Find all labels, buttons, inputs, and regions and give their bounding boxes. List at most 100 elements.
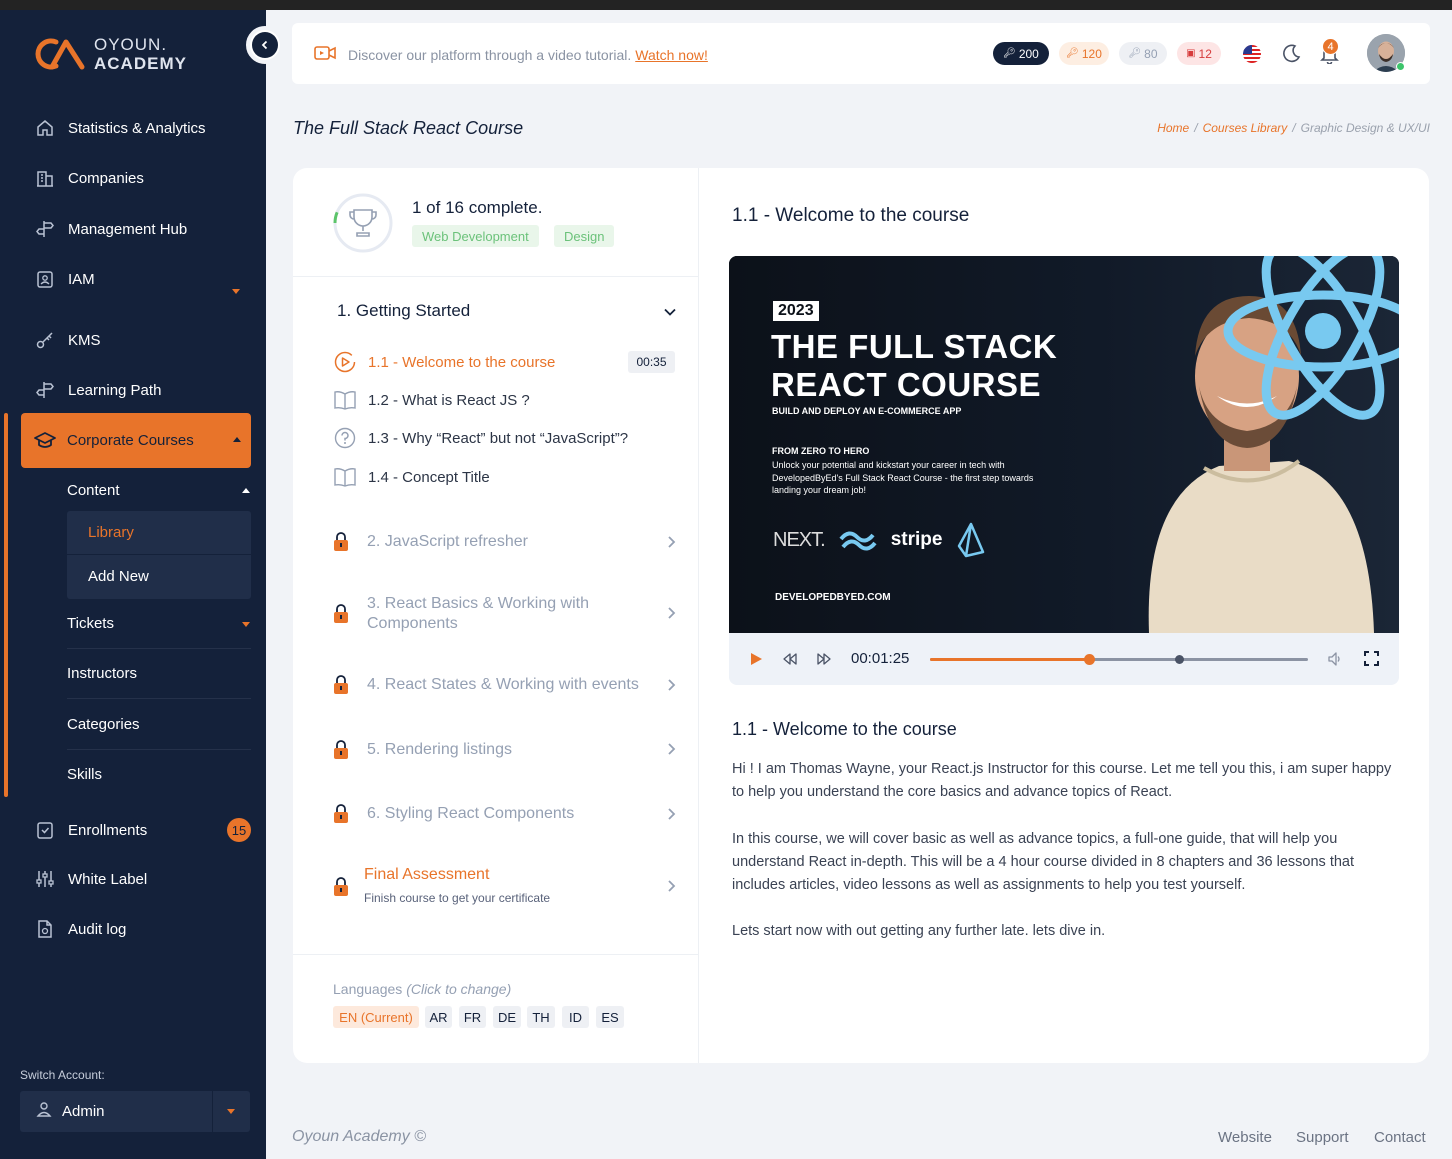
volume-icon[interactable] <box>1327 651 1343 667</box>
sidebar-item-kms[interactable]: KMS <box>34 325 101 355</box>
footer-link-website[interactable]: Website <box>1218 1129 1272 1146</box>
sidebar-item-label: KMS <box>68 331 101 349</box>
lock-icon <box>334 675 348 694</box>
languages-label-text: Languages <box>333 981 403 997</box>
sidebar-item-content[interactable]: Content <box>67 482 120 499</box>
buffer-marker <box>1175 655 1185 664</box>
sidebar-item-label: Corporate Courses <box>67 432 194 449</box>
sidebar-item-audit-log[interactable]: Audit log <box>34 914 126 944</box>
section-label: 3. React Basics & Working with Component… <box>367 595 590 632</box>
switch-account-select[interactable]: Admin <box>20 1091 250 1132</box>
breadcrumb-home[interactable]: Home <box>1157 121 1189 135</box>
final-assessment-title[interactable]: Final Assessment <box>364 866 489 884</box>
divider <box>698 168 699 1063</box>
tailwind-logo-icon <box>839 531 877 551</box>
language-fr[interactable]: FR <box>459 1006 486 1028</box>
sidebar-item-statistics[interactable]: Statistics & Analytics <box>34 113 206 143</box>
lock-icon <box>334 804 348 823</box>
footer-brand: Oyoun Academy © <box>292 1128 426 1145</box>
document-icon <box>34 918 56 940</box>
iam-expand-icon[interactable] <box>232 289 240 294</box>
chevron-right-icon[interactable] <box>666 678 676 692</box>
breadcrumb-current: Graphic Design & UX/UI <box>1300 121 1430 135</box>
chevron-right-icon[interactable] <box>666 879 676 893</box>
chevron-right-icon[interactable] <box>666 807 676 821</box>
locked-section[interactable]: 3. React Basics & Working with Component… <box>333 594 667 634</box>
sidebar-item-instructors[interactable]: Instructors <box>67 665 137 682</box>
footer-link-contact[interactable]: Contact <box>1374 1129 1426 1146</box>
fast-forward-icon[interactable] <box>817 652 831 666</box>
seek-handle[interactable] <box>1083 654 1095 665</box>
chevron-right-icon[interactable] <box>666 535 676 549</box>
us-flag-icon[interactable] <box>1243 45 1261 63</box>
sidebar-item-skills[interactable]: Skills <box>67 766 102 783</box>
section-title-getting-started[interactable]: 1. Getting Started <box>337 301 470 321</box>
rewind-icon[interactable] <box>783 652 797 666</box>
language-th[interactable]: TH <box>527 1006 555 1028</box>
moon-icon[interactable] <box>1282 44 1301 63</box>
current-time: 00:01:25 <box>851 650 910 667</box>
credits-pill-orange[interactable]: 🔑︎ 120 <box>1059 42 1109 65</box>
lesson-title: 1.1 - Welcome to the course <box>732 205 970 226</box>
tickets-expand-icon[interactable] <box>242 622 250 627</box>
course-card: 1 of 16 complete. Web Development Design… <box>293 168 1429 1063</box>
sidebar-item-companies[interactable]: Companies <box>34 163 144 193</box>
chevron-left-icon <box>252 32 278 58</box>
chevron-right-icon[interactable] <box>666 606 676 620</box>
credits-pill-red[interactable]: ▣ 12 <box>1177 42 1221 65</box>
lesson-label: 1.1 - Welcome to the course <box>368 353 556 371</box>
description-title: 1.1 - Welcome to the course <box>732 719 957 739</box>
language-de[interactable]: DE <box>493 1006 521 1028</box>
lock-icon <box>334 604 348 623</box>
chevron-right-icon[interactable] <box>666 742 676 756</box>
video-controls: 00:01:25 <box>729 633 1399 685</box>
seek-progress <box>930 658 1089 661</box>
breadcrumb-courses-library[interactable]: Courses Library <box>1203 121 1288 135</box>
lesson-item[interactable]: 1.1 - Welcome to the course <box>333 350 555 374</box>
description-paragraph: Hi ! I am Thomas Wayne, your React.js In… <box>732 761 1392 800</box>
lesson-duration: 00:35 <box>628 351 675 373</box>
locked-section[interactable]: 6. Styling React Components <box>333 804 667 824</box>
sidebar-item-enrollments[interactable]: Enrollments <box>34 815 147 845</box>
watch-now-link[interactable]: Watch now! <box>635 47 708 63</box>
pill-value: 200 <box>1018 46 1039 61</box>
divider <box>67 698 251 699</box>
lesson-item[interactable]: 1.3 - Why “React” but not “JavaScript”? <box>333 426 628 450</box>
footer-link-support[interactable]: Support <box>1296 1129 1349 1146</box>
divider <box>212 1091 213 1132</box>
stripe-logo: stripe <box>890 529 943 550</box>
user-icon <box>36 1101 52 1122</box>
locked-section[interactable]: 2. JavaScript refresher <box>333 532 667 552</box>
credits-pill-dark[interactable]: 🔑︎ 200 <box>993 42 1049 65</box>
sidebar-item-tickets[interactable]: Tickets <box>67 615 114 632</box>
pill-value: 80 <box>1144 46 1158 61</box>
prisma-logo-icon <box>958 522 985 558</box>
sidebar-item-corporate-courses[interactable]: Corporate Courses <box>21 413 251 468</box>
fullscreen-icon[interactable] <box>1364 651 1379 666</box>
book-icon <box>333 388 357 412</box>
sidebar-item-categories[interactable]: Categories <box>67 716 140 733</box>
language-es[interactable]: ES <box>596 1006 624 1028</box>
lesson-item[interactable]: 1.4 - Concept Title <box>333 465 490 489</box>
sidebar-item-learning-path[interactable]: Learning Path <box>34 375 161 405</box>
chevron-down-icon[interactable] <box>227 1109 235 1114</box>
collapse-sidebar-button[interactable] <box>246 26 284 64</box>
chevron-down-icon[interactable] <box>663 305 677 319</box>
sidebar-item-white-label[interactable]: White Label <box>34 864 147 894</box>
sidebar-item-library[interactable]: Library <box>67 511 251 554</box>
brand-logo[interactable]: OYOUN. ACADEMY <box>34 34 187 74</box>
language-id[interactable]: ID <box>562 1006 589 1028</box>
credits-pill-gray[interactable]: 🔑︎ 80 <box>1119 42 1167 65</box>
course-progress-ring <box>333 193 393 253</box>
locked-section[interactable]: 5. Rendering listings <box>333 740 667 760</box>
sidebar-item-management-hub[interactable]: Management Hub <box>34 214 187 244</box>
video-player[interactable]: 2023 THE FULL STACK REACT COURSE BUILD A… <box>729 256 1399 633</box>
locked-section[interactable]: 4. React States & Working with events <box>333 675 667 695</box>
content-collapse-icon[interactable] <box>242 488 250 493</box>
sidebar-item-add-new[interactable]: Add New <box>67 554 251 597</box>
language-en[interactable]: EN (Current) <box>333 1006 419 1028</box>
lesson-item[interactable]: 1.2 - What is React JS ? <box>333 388 530 412</box>
play-icon[interactable] <box>749 652 763 666</box>
language-ar[interactable]: AR <box>425 1006 452 1028</box>
sidebar-item-iam[interactable]: IAM <box>34 264 95 294</box>
